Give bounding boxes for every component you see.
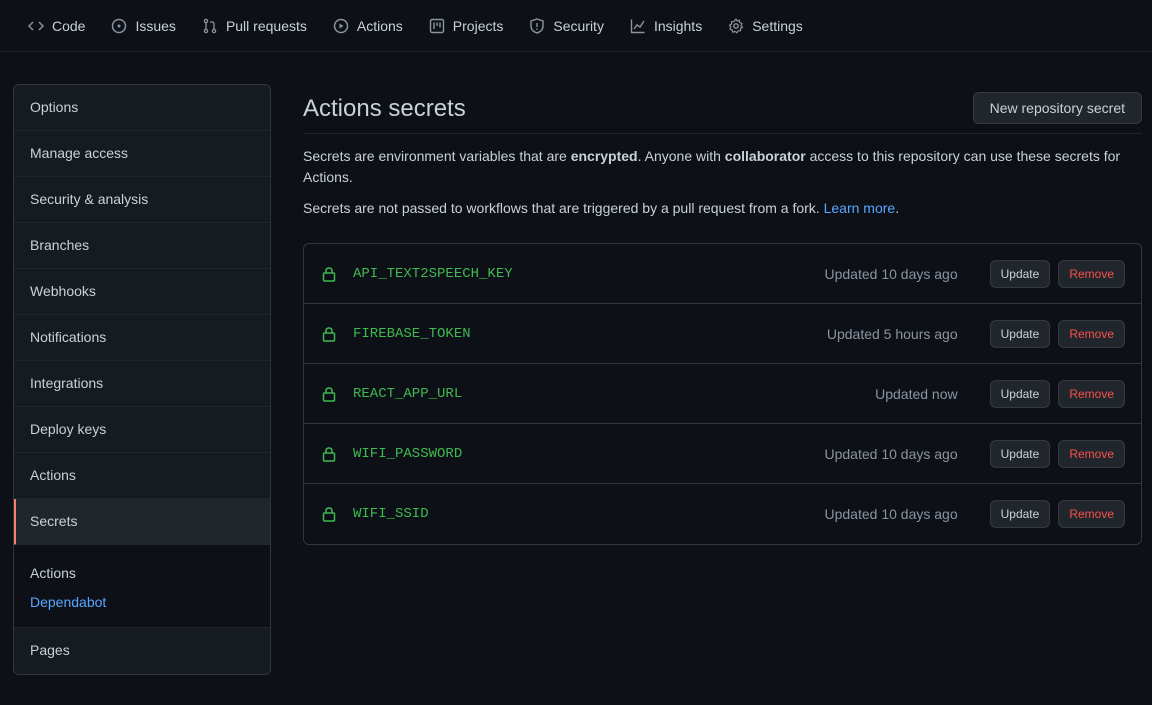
sidebar-item-manage-access[interactable]: Manage access — [14, 131, 270, 177]
lock-icon — [322, 507, 336, 522]
project-icon — [429, 18, 444, 33]
sidebar-item-notifications[interactable]: Notifications — [14, 315, 270, 361]
learn-more-link[interactable]: Learn more — [824, 200, 896, 216]
play-icon — [333, 18, 349, 33]
secret-updated: Updated now — [875, 385, 958, 402]
main-content: Actions secrets New repository secret Se… — [303, 84, 1142, 545]
remove-button[interactable]: Remove — [1058, 379, 1125, 408]
nav-settings[interactable]: Settings — [728, 0, 803, 52]
page-header: Actions secrets New repository secret — [303, 84, 1142, 134]
desc-bold: encrypted — [570, 148, 638, 164]
remove-button[interactable]: Remove — [1058, 319, 1125, 348]
secret-name: API_TEXT2SPEECH_KEY — [353, 265, 513, 282]
secret-row: WIFI_PASSWORD Updated 10 days ago Update… — [304, 424, 1141, 484]
nav-label: Actions — [356, 17, 403, 34]
sidebar-item-security-analysis[interactable]: Security & analysis — [14, 177, 270, 223]
secret-name: FIREBASE_TOKEN — [353, 325, 471, 342]
nav-issues[interactable]: Issues — [111, 0, 176, 52]
nav-label: Security — [553, 17, 604, 34]
issue-icon — [112, 18, 127, 33]
secret-updated: Updated 10 days ago — [824, 265, 958, 282]
sidebar-item-branches[interactable]: Branches — [14, 223, 270, 269]
update-button[interactable]: Update — [989, 259, 1051, 288]
nav-label: Pull requests — [225, 17, 307, 34]
secret-row: REACT_APP_URL Updated now Update Remove — [304, 364, 1141, 424]
desc-text: Secrets are environment variables that a… — [303, 148, 571, 164]
remove-button[interactable]: Remove — [1058, 259, 1125, 288]
nav-label: Settings — [752, 17, 803, 34]
secret-name: WIFI_SSID — [353, 506, 429, 522]
pull-request-icon — [203, 18, 217, 33]
nav-label: Issues — [135, 17, 176, 34]
nav-insights[interactable]: Insights — [630, 0, 702, 52]
lock-icon — [322, 386, 336, 402]
repo-nav: Code Issues Pull requests Actions Projec… — [0, 0, 1152, 52]
lock-icon — [322, 266, 336, 282]
subnav-item-dependabot[interactable]: Dependabot — [30, 588, 254, 617]
update-button[interactable]: Update — [989, 379, 1051, 408]
desc-bold: collaborator — [724, 148, 806, 164]
lock-icon — [322, 326, 336, 342]
secrets-list: API_TEXT2SPEECH_KEY Updated 10 days ago … — [303, 243, 1142, 545]
secret-updated: Updated 10 days ago — [824, 445, 958, 462]
remove-button[interactable]: Remove — [1058, 439, 1125, 468]
secret-row: WIFI_SSID Updated 10 days ago Update Rem… — [304, 484, 1141, 544]
code-icon — [28, 20, 44, 31]
update-button[interactable]: Update — [989, 319, 1051, 348]
update-button[interactable]: Update — [989, 500, 1051, 528]
sidebar-item-secrets[interactable]: Secrets — [14, 499, 270, 545]
subnav-item-actions[interactable]: Actions — [30, 559, 254, 588]
secrets-subnav: Actions Dependabot — [14, 545, 270, 628]
secret-name: WIFI_PASSWORD — [353, 445, 463, 462]
sidebar-item-deploy-keys[interactable]: Deploy keys — [14, 407, 270, 453]
secret-row: API_TEXT2SPEECH_KEY Updated 10 days ago … — [304, 244, 1141, 304]
desc-text: . Anyone with — [637, 148, 725, 164]
settings-sidebar: Options Manage access Security & analysi… — [13, 84, 271, 675]
nav-label: Insights — [653, 17, 703, 34]
nav-label: Projects — [452, 17, 504, 34]
lock-icon — [322, 446, 336, 462]
nav-projects[interactable]: Projects — [429, 0, 504, 52]
gear-icon — [728, 17, 744, 34]
secret-name: REACT_APP_URL — [353, 385, 463, 402]
nav-pull-requests[interactable]: Pull requests — [202, 0, 307, 52]
page-title: Actions secrets — [303, 94, 466, 122]
update-button[interactable]: Update — [989, 439, 1051, 468]
shield-icon — [530, 17, 545, 34]
sidebar-item-options[interactable]: Options — [14, 85, 270, 131]
desc-text: . — [895, 200, 900, 216]
nav-label: Code — [52, 17, 86, 34]
new-repository-secret-button[interactable]: New repository secret — [972, 91, 1142, 124]
sidebar-item-webhooks[interactable]: Webhooks — [14, 269, 270, 315]
sidebar-item-actions[interactable]: Actions — [14, 453, 270, 499]
fork-note: Secrets are not passed to workflows that… — [303, 198, 1142, 219]
nav-security[interactable]: Security — [529, 0, 604, 52]
secret-updated: Updated 10 days ago — [824, 506, 958, 522]
remove-button[interactable]: Remove — [1058, 500, 1125, 528]
secret-updated: Updated 5 hours ago — [826, 325, 958, 342]
desc-text: Secrets are not passed to workflows that… — [303, 200, 824, 216]
nav-code[interactable]: Code — [28, 0, 85, 52]
sidebar-item-integrations[interactable]: Integrations — [14, 361, 270, 407]
nav-actions[interactable]: Actions — [333, 0, 403, 52]
sidebar-item-pages[interactable]: Pages — [14, 628, 270, 674]
graph-icon — [630, 19, 645, 33]
secrets-description: Secrets are environment variables that a… — [303, 146, 1142, 188]
secret-row: FIREBASE_TOKEN Updated 5 hours ago Updat… — [304, 304, 1141, 364]
